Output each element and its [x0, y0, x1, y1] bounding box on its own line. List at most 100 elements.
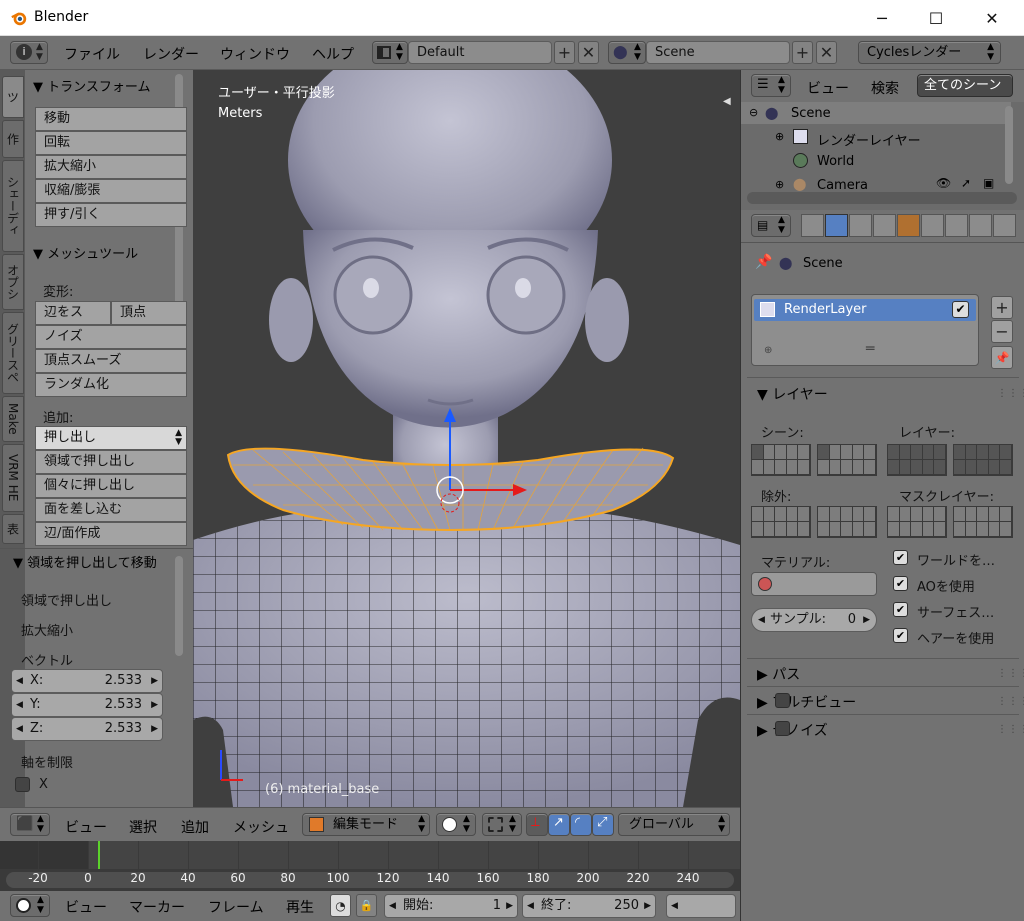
denoise-panel-header[interactable]: ▶ デノイズ — [757, 720, 828, 740]
maximize-button[interactable]: ☐ — [912, 0, 960, 36]
minimize-button[interactable]: ─ — [858, 0, 906, 36]
constraint-tab-icon[interactable] — [921, 214, 944, 237]
lock-range-toggle[interactable]: 🔒 — [356, 894, 377, 917]
scene-layers-grid-b[interactable] — [817, 444, 877, 476]
inset-faces-button[interactable]: 面を差し込む — [35, 498, 187, 522]
layer-panel-header[interactable]: ▼ レイヤー — [757, 384, 828, 404]
region-toggle-icon[interactable]: ◀ — [723, 96, 731, 107]
translate-button[interactable]: 移動 — [35, 107, 187, 131]
rotate-manipulator[interactable]: ◜ — [570, 813, 592, 836]
menu-file[interactable]: ファイル — [64, 44, 120, 64]
menu-view[interactable]: ビュー — [65, 817, 107, 837]
menu-view[interactable]: ビュー — [65, 897, 107, 917]
menu-marker[interactable]: マーカー — [129, 897, 185, 917]
render-layer-item[interactable]: RenderLayer ✔ — [754, 299, 976, 321]
scene-tab-icon[interactable] — [849, 214, 872, 237]
exclude-grid-b[interactable] — [817, 506, 877, 538]
render-tab-icon[interactable] — [801, 214, 824, 237]
outliner-scrollbar[interactable] — [1005, 106, 1013, 184]
cursor-icon[interactable]: ➚ — [961, 176, 971, 190]
outliner-hscrollbar[interactable] — [747, 192, 1017, 204]
expand-icon[interactable]: ⊕ — [775, 178, 784, 191]
operator-panel-header[interactable]: ▼ 領域を押し出して移動 — [13, 552, 157, 571]
menu-playback[interactable]: 再生 — [286, 897, 314, 917]
timeline-scrollbar[interactable] — [6, 872, 734, 888]
editor-type-button[interactable]: ▤ ▲ ▼ — [751, 214, 791, 237]
use-ao-checkbox[interactable]: ✔ — [893, 576, 908, 591]
mesh-tools-panel-header[interactable]: ▼ メッシュツール — [33, 243, 138, 262]
expand-icon[interactable]: ⊕ — [775, 130, 784, 143]
use-hair-checkbox[interactable]: ✔ — [893, 628, 908, 643]
menu-view[interactable]: ビュー — [807, 78, 849, 98]
use-surfaces-checkbox[interactable]: ✔ — [893, 602, 908, 617]
make-edge-face-button[interactable]: 辺/面作成 — [35, 522, 187, 546]
exclude-grid-a[interactable] — [751, 506, 811, 538]
menu-search[interactable]: 検索 — [871, 78, 899, 98]
layout-selector-button[interactable]: ▲ ▼ — [372, 41, 408, 64]
current-frame-field[interactable]: ◀ — [666, 894, 736, 918]
layer-layers-grid-b[interactable] — [953, 444, 1013, 476]
extrude-individual-button[interactable]: 個々に押し出し — [35, 474, 187, 498]
outliner-scene[interactable]: Scene — [791, 106, 831, 121]
editor-type-button[interactable]: ⬛ ▲ ▼ — [10, 813, 50, 836]
render-icon[interactable]: ▣ — [983, 176, 994, 190]
vector-y-field[interactable]: ◀ Y: 2.533 ▶ — [11, 693, 163, 717]
multiview-panel-header[interactable]: ▶ マルチビュー — [757, 692, 856, 712]
collapse-icon[interactable]: ⊖ — [749, 106, 758, 119]
drag-handle-icon[interactable]: ⋮⋮⋮ — [997, 388, 1024, 399]
remove-layout-button[interactable]: ✕ — [578, 41, 599, 64]
samples-field[interactable]: ◀ サンプル: 0 ▶ — [751, 608, 877, 632]
tab-vrm-helper[interactable]: VRM HE — [2, 444, 24, 512]
tab-make[interactable]: Make — [2, 396, 24, 442]
scene-layers-grid-a[interactable] — [751, 444, 811, 476]
mask-grid-a[interactable] — [887, 506, 947, 538]
pivot-select[interactable]: ▲ ▼ — [482, 813, 522, 836]
shrink-fatten-button[interactable]: 収縮/膨張 — [35, 179, 187, 203]
render-layer-enabled-checkbox[interactable]: ✔ — [952, 301, 969, 318]
outliner-world[interactable]: World — [817, 154, 854, 169]
passes-panel-header[interactable]: ▶ パス — [757, 664, 800, 684]
drag-handle-icon[interactable]: ⋮⋮⋮ — [997, 668, 1024, 679]
editor-type-button[interactable]: ▲ ▼ — [10, 894, 50, 917]
tab-create[interactable]: 作 — [2, 120, 24, 158]
manipulator-toggle[interactable]: ⟂ — [526, 813, 548, 836]
add-layout-button[interactable]: + — [554, 41, 575, 64]
layout-name-field[interactable]: Default — [408, 41, 552, 64]
orientation-select[interactable]: グローバル ▲ ▼ — [618, 813, 730, 836]
smooth-vertex-button[interactable]: 頂点スムーズ — [35, 349, 187, 373]
multiview-checkbox[interactable] — [775, 693, 790, 708]
data-tab-icon[interactable] — [969, 214, 992, 237]
object-tab-icon[interactable] — [897, 214, 920, 237]
timeline[interactable]: -20 0 20 40 60 80 100 120 140 160 180 200 220 240 — [0, 841, 740, 891]
use-world-checkbox[interactable]: ✔ — [893, 550, 908, 565]
push-pull-button[interactable]: 押す/引く — [35, 203, 187, 227]
vector-x-field[interactable]: ◀ X: 2.533 ▶ — [11, 669, 163, 693]
tab-options[interactable]: オプシ — [2, 254, 24, 310]
material-override-field[interactable] — [751, 572, 877, 596]
extrude-region-button[interactable]: 領域で押し出し — [35, 450, 187, 474]
remove-render-layer-button[interactable]: − — [991, 320, 1013, 343]
list-filter-icon[interactable]: ⊕ — [764, 345, 772, 356]
translate-manipulator[interactable]: ↗ — [548, 813, 570, 836]
scene-name-field[interactable]: Scene — [646, 41, 790, 64]
render-engine-select[interactable]: Cyclesレンダー ▲ ▼ — [858, 41, 1001, 64]
randomize-button[interactable]: ランダム化 — [35, 373, 187, 397]
pin-icon[interactable]: 📌 — [755, 254, 772, 270]
operator-scrollbar[interactable] — [175, 556, 183, 656]
scale-button[interactable]: 拡大縮小 — [35, 155, 187, 179]
vector-z-field[interactable]: ◀ Z: 2.533 ▶ — [11, 717, 163, 741]
remove-scene-button[interactable]: ✕ — [816, 41, 837, 64]
add-scene-button[interactable]: + — [792, 41, 813, 64]
layer-layers-grid-a[interactable] — [887, 444, 947, 476]
outliner-camera[interactable]: Camera — [817, 178, 868, 192]
editor-type-button[interactable]: ☰ ▲ ▼ — [751, 74, 791, 97]
editor-type-button[interactable]: i ▲ ▼ — [10, 41, 48, 64]
vertex-slide-button[interactable]: 頂点 — [111, 301, 187, 325]
pin-render-layer-button[interactable]: 📌 — [991, 346, 1013, 369]
constraint-x-checkbox[interactable] — [15, 777, 30, 792]
menu-mesh[interactable]: メッシュ — [233, 817, 289, 837]
scale-manipulator[interactable]: ⤢ — [592, 813, 614, 836]
noise-button[interactable]: ノイズ — [35, 325, 187, 349]
display-mode-select[interactable]: 全てのシーン — [917, 74, 1013, 97]
mask-grid-b[interactable] — [953, 506, 1013, 538]
